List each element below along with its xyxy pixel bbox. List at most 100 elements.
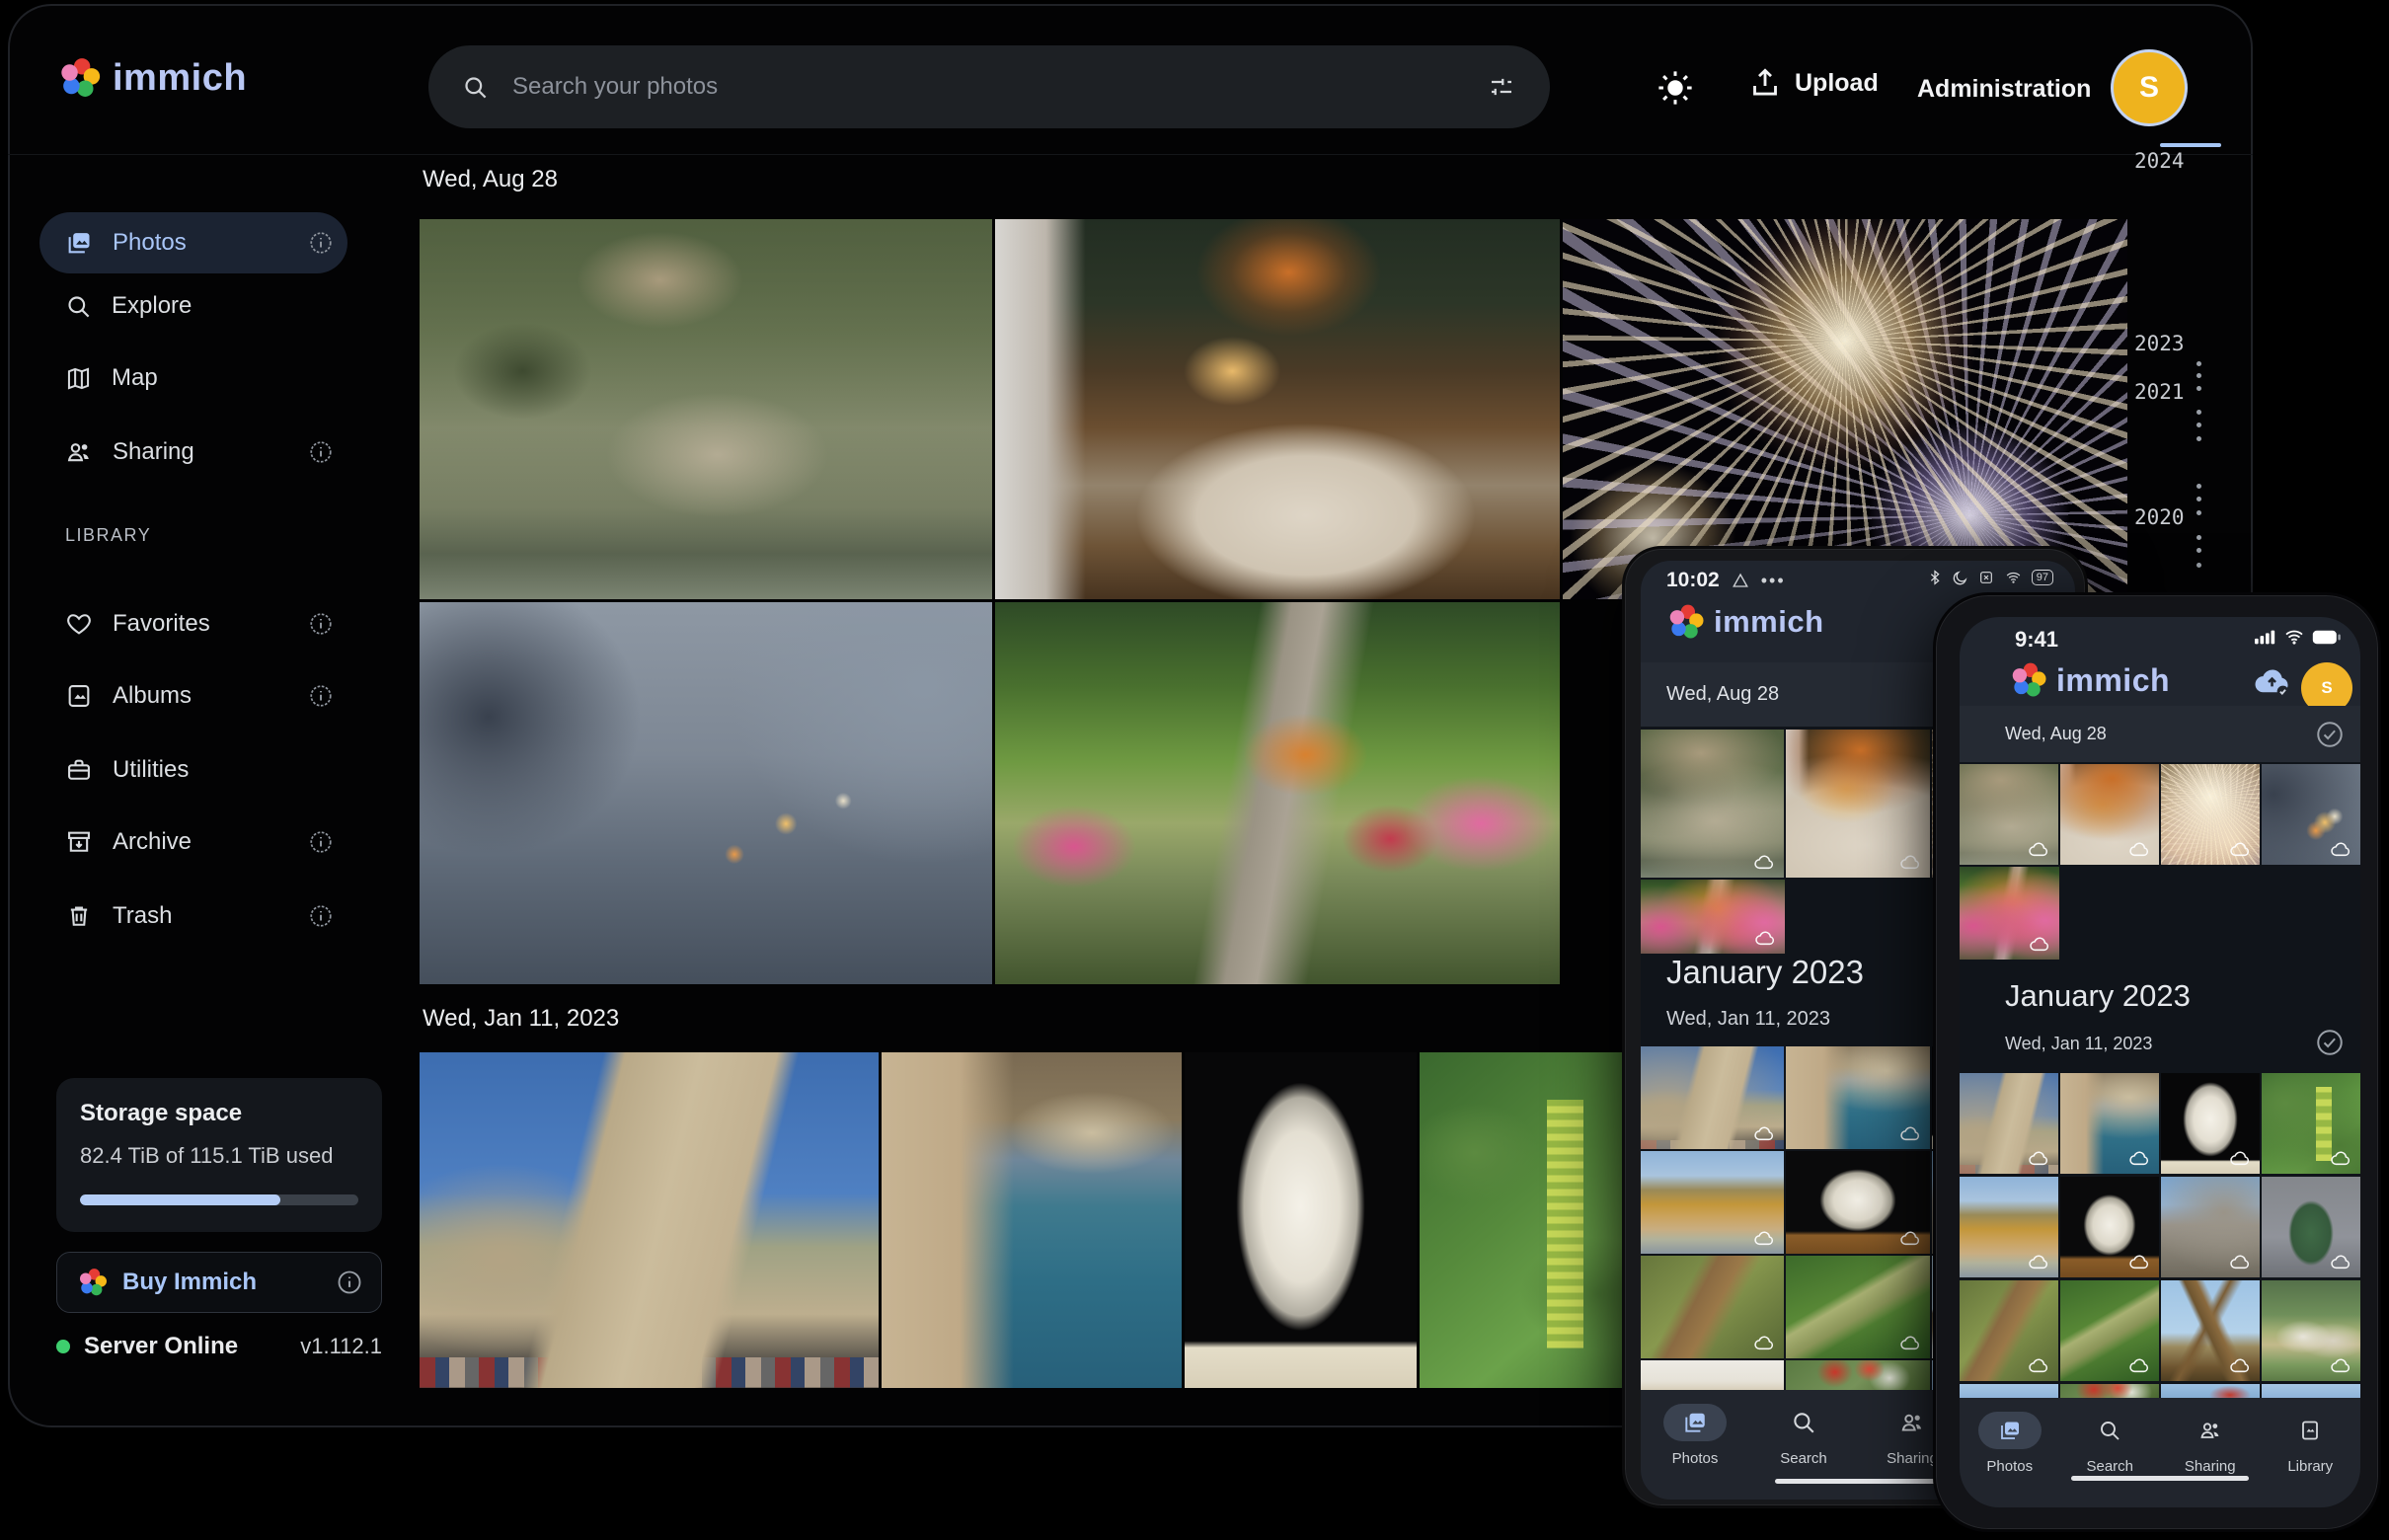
timeline-year[interactable]: 2023	[2134, 332, 2203, 355]
cloud-backup-icon	[2028, 1356, 2049, 1374]
photo-bluesky2[interactable]	[2161, 1384, 2260, 1398]
photo-autumn[interactable]	[1960, 867, 2059, 960]
photo-fortress[interactable]	[420, 1052, 879, 1388]
nav-tab-photos[interactable]: Photos	[1960, 1398, 2060, 1507]
photo-lizard[interactable]	[1960, 1280, 2058, 1381]
photo-dinner[interactable]	[995, 219, 1560, 599]
nav-tab-library[interactable]: Library	[2261, 1398, 2361, 1507]
sidebar-item-utilities[interactable]: Utilities	[39, 739, 347, 801]
photo-bridge[interactable]	[2161, 1280, 2260, 1381]
cloud-backup-icon	[1899, 1124, 1921, 1142]
photo-bust[interactable]	[1185, 1052, 1417, 1388]
photo-fortress[interactable]	[1960, 1073, 2058, 1174]
photo-berries[interactable]	[1420, 1052, 1649, 1388]
nav-tab-sharing[interactable]: Sharing	[2160, 1398, 2261, 1507]
timeline-dot	[2196, 497, 2201, 501]
photo-dinner[interactable]	[1786, 730, 1929, 878]
photo-autumn[interactable]	[995, 602, 1560, 984]
photo-hands[interactable]	[420, 602, 992, 984]
photo-tree[interactable]	[2262, 1177, 2360, 1277]
home-indicator[interactable]	[2071, 1476, 2249, 1481]
app-logo-wordmark: immich	[2056, 662, 2170, 699]
photo-lizard2[interactable]	[2060, 1280, 2159, 1381]
sidebar-item-sharing[interactable]: Sharing	[39, 422, 347, 483]
buy-immich-label: Buy Immich	[122, 1269, 257, 1296]
storage-usage: 82.4 TiB of 115.1 TiB used	[80, 1143, 358, 1169]
photo-berries[interactable]	[2262, 1073, 2360, 1174]
cloud-backup-icon	[2330, 1356, 2351, 1374]
photo-bluesky[interactable]	[2262, 1384, 2360, 1398]
search-icon	[2098, 1419, 2121, 1442]
photo-flowers[interactable]	[1786, 1360, 1929, 1390]
sidebar-item-favorites[interactable]: Favorites	[39, 593, 347, 654]
user-avatar[interactable]: S	[2111, 49, 2188, 126]
cloud-backup-icon	[2028, 1253, 2049, 1270]
photo-cliff[interactable]	[1641, 1151, 1784, 1254]
theme-toggle-button[interactable]	[1655, 67, 1696, 109]
cloud-backup-icon	[2128, 840, 2150, 858]
photo-lizard2[interactable]	[1786, 1256, 1929, 1358]
photo-autumn[interactable]	[1641, 880, 1785, 954]
photo-coastal[interactable]	[1786, 1046, 1929, 1149]
select-all-check-icon[interactable]	[2315, 1028, 2345, 1057]
info-icon[interactable]	[308, 903, 334, 929]
timeline-year[interactable]: 2021	[2134, 380, 2203, 404]
home-indicator[interactable]	[1775, 1479, 1941, 1484]
photo-hands[interactable]	[2262, 764, 2360, 865]
select-all-check-icon[interactable]	[2315, 720, 2345, 749]
photo-grid	[1960, 867, 2059, 960]
photo-cliff[interactable]	[1960, 1177, 2058, 1277]
info-icon[interactable]	[308, 829, 334, 855]
info-icon[interactable]	[308, 683, 334, 709]
search-filters-icon[interactable]	[1487, 72, 1516, 102]
photo-dinner[interactable]	[2060, 764, 2159, 865]
photo-houses[interactable]	[2262, 1280, 2360, 1381]
app-logo[interactable]: immich	[57, 55, 247, 101]
photo-sculpture[interactable]	[1786, 1151, 1929, 1254]
date-group-header: Wed, Jan 11, 2023	[1666, 1008, 1830, 1031]
photo-sculpture[interactable]	[2060, 1177, 2159, 1277]
photo-row	[420, 219, 2127, 599]
photo-fortress[interactable]	[1641, 1046, 1784, 1149]
administration-link[interactable]: Administration	[1917, 75, 2091, 104]
nav-tab-search[interactable]: Search	[2060, 1398, 2161, 1507]
photo-bluesky[interactable]	[1960, 1384, 2058, 1398]
timeline-dot	[2196, 436, 2201, 441]
buy-immich-button[interactable]: Buy Immich	[56, 1252, 382, 1313]
photo-monkeys[interactable]	[420, 219, 992, 599]
sidebar-item-map[interactable]: Map	[39, 347, 347, 409]
timeline-year[interactable]: 2020	[2134, 505, 2203, 529]
photos-icon	[1682, 1410, 1708, 1435]
search-input[interactable]: Search your photos	[428, 45, 1550, 128]
photo-bust[interactable]	[2161, 1073, 2260, 1174]
photo-white[interactable]	[1641, 1360, 1784, 1390]
info-icon[interactable]	[308, 230, 334, 256]
photo-coastal[interactable]	[882, 1052, 1182, 1388]
photo-ruins[interactable]	[2161, 1177, 2260, 1277]
immich-logo-icon	[2009, 660, 2048, 700]
sidebar-item-photos[interactable]: Photos	[39, 212, 347, 273]
photo-monkeys[interactable]	[1960, 764, 2058, 865]
timeline-year[interactable]: 2024	[2134, 149, 2203, 173]
timeline-dot	[2196, 386, 2201, 391]
cloud-sync-icon[interactable]	[2252, 664, 2295, 700]
photo-fireworks[interactable]	[1563, 219, 2127, 599]
phone-b-header: 9:41	[1960, 617, 2360, 706]
photo-monkeys[interactable]	[1641, 730, 1784, 878]
info-icon[interactable]	[336, 1269, 363, 1296]
upload-button[interactable]: Upload	[1747, 65, 1879, 101]
sidebar-item-albums[interactable]: Albums	[39, 665, 347, 727]
sidebar-item-trash[interactable]: Trash	[39, 886, 347, 947]
cloud-backup-icon	[2028, 1149, 2049, 1167]
sidebar-item-archive[interactable]: Archive	[39, 811, 347, 873]
cloud-backup-icon	[2028, 840, 2049, 858]
photo-flowers[interactable]	[2060, 1384, 2159, 1398]
photo-lizard[interactable]	[1641, 1256, 1784, 1358]
sidebar-item-explore[interactable]: Explore	[39, 275, 347, 337]
photo-fireworks[interactable]	[2161, 764, 2260, 865]
nav-tab-photos[interactable]: Photos	[1641, 1390, 1749, 1500]
wifi-icon	[2004, 570, 2023, 585]
photo-coastal[interactable]	[2060, 1073, 2159, 1174]
info-icon[interactable]	[308, 611, 334, 637]
info-icon[interactable]	[308, 439, 334, 465]
